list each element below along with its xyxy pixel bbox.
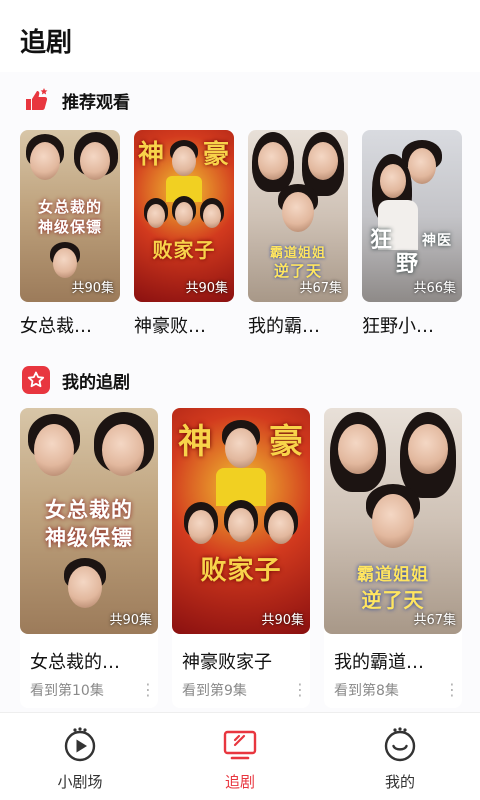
drama-name: 神豪败… — [134, 316, 206, 337]
poster-title: 豪 — [269, 422, 304, 462]
play-circle-icon — [62, 727, 98, 767]
my-dramas-title: 我的追剧 — [62, 372, 130, 393]
recommend-item[interactable]: 狂 野 神医 共66集 狂野小… — [362, 130, 462, 338]
poster: 霸道姐姐 逆了天 共67集 — [324, 408, 462, 634]
poster-title: 神级保镖 — [37, 218, 102, 236]
progress-row: 看到第10集 ⋮ — [20, 674, 158, 708]
drama-name: 我的霸道… — [334, 652, 424, 673]
episode-count: 共66集 — [413, 281, 456, 296]
drama-name: 女总裁的… — [30, 652, 120, 673]
recommend-item[interactable]: 神 豪 败家子 共90集 神豪败… — [134, 130, 234, 338]
poster-title: 女总裁的 — [45, 498, 133, 522]
my-drama-item[interactable]: 霸道姐姐 逆了天 共67集 我的霸道… 看到第8集 ⋮ — [324, 408, 462, 708]
poster-title: 女总裁的 — [37, 198, 102, 216]
tab-label: 追剧 — [224, 773, 255, 791]
recommend-section-header: 推荐观看 — [0, 86, 480, 114]
poster: 神 豪 败家子 共90集 — [134, 130, 234, 302]
tab-profile[interactable]: 我的 — [340, 727, 460, 792]
my-drama-item[interactable]: 神 豪 败家子 共90集 神豪败家子 看到第9集 ⋮ — [172, 408, 310, 708]
watch-progress: 看到第10集 — [30, 683, 104, 699]
watch-progress: 看到第8集 — [334, 683, 399, 699]
poster-title: 神 — [138, 140, 166, 170]
drama-name: 我的霸… — [248, 316, 320, 337]
poster-title: 神 — [178, 422, 213, 462]
page-title: 追剧 — [20, 28, 73, 58]
content: 推荐观看 女总裁的 神级保镖 共90集 女总裁… 神 豪 败家子 共90集 神豪… — [0, 72, 480, 712]
episode-count: 共67集 — [413, 613, 456, 628]
watch-progress: 看到第9集 — [182, 683, 247, 699]
more-options-icon[interactable]: ⋮ — [292, 682, 308, 698]
recommend-item[interactable]: 霸道姐姐 逆了天 共67集 我的霸… — [248, 130, 348, 338]
recommend-title: 推荐观看 — [62, 92, 130, 113]
episode-count: 共67集 — [299, 281, 342, 296]
drama-name: 狂野小… — [362, 316, 434, 337]
episode-count: 共90集 — [109, 613, 152, 628]
header: 追剧 — [0, 10, 480, 72]
progress-row: 看到第9集 ⋮ — [172, 674, 310, 708]
drama-name: 女总裁… — [20, 316, 92, 337]
more-options-icon[interactable]: ⋮ — [444, 682, 460, 698]
poster: 神 豪 败家子 共90集 — [172, 408, 310, 634]
thumbs-up-icon — [22, 86, 50, 114]
poster: 狂 野 神医 共66集 — [362, 130, 462, 302]
poster-title: 狂 — [370, 228, 394, 253]
my-drama-item[interactable]: 女总裁的 神级保镖 共90集 女总裁的… 看到第10集 ⋮ — [20, 408, 158, 708]
my-dramas-section-header: 我的追剧 — [0, 366, 480, 394]
my-dramas-list: 女总裁的 神级保镖 共90集 女总裁的… 看到第10集 ⋮ 神 豪 败家子 共9… — [0, 408, 480, 708]
recommend-list: 女总裁的 神级保镖 共90集 女总裁… 神 豪 败家子 共90集 神豪败… 霸道… — [0, 130, 480, 338]
poster-title: 霸道姐姐 — [269, 246, 326, 261]
poster-title: 神级保镖 — [45, 526, 133, 550]
poster-title: 霸道姐姐 — [357, 565, 429, 585]
star-icon — [22, 366, 50, 394]
poster: 女总裁的 神级保镖 共90集 — [20, 130, 120, 302]
poster: 女总裁的 神级保镖 共90集 — [20, 408, 158, 634]
episode-count: 共90集 — [261, 613, 304, 628]
poster-title: 败家子 — [152, 238, 216, 262]
poster-title: 神医 — [422, 233, 452, 249]
bottom-tab-bar: 小剧场 追剧 我的 — [0, 712, 480, 800]
more-options-icon[interactable]: ⋮ — [140, 682, 156, 698]
episode-count: 共90集 — [185, 281, 228, 296]
status-bar — [0, 0, 480, 10]
tv-icon — [222, 727, 258, 767]
drama-name: 神豪败家子 — [182, 652, 272, 673]
progress-row: 看到第8集 ⋮ — [324, 674, 462, 708]
recommend-item[interactable]: 女总裁的 神级保镖 共90集 女总裁… — [20, 130, 120, 338]
poster-title: 豪 — [202, 140, 230, 170]
poster-title: 野 — [396, 252, 420, 277]
poster-title: 败家子 — [200, 556, 282, 586]
episode-count: 共90集 — [71, 281, 114, 296]
tab-theater[interactable]: 小剧场 — [20, 727, 140, 792]
smile-icon — [382, 727, 418, 767]
poster: 霸道姐姐 逆了天 共67集 — [248, 130, 348, 302]
tab-label: 我的 — [384, 773, 415, 791]
tab-following[interactable]: 追剧 — [180, 727, 300, 792]
tab-label: 小剧场 — [57, 773, 103, 791]
